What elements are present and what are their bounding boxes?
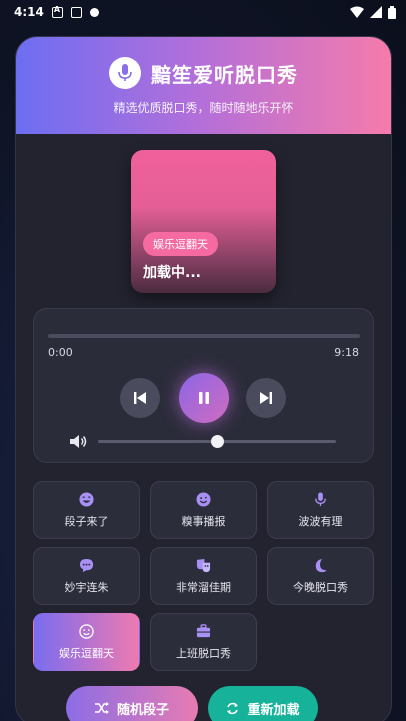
smile-icon	[79, 623, 94, 639]
moon-icon	[315, 558, 327, 572]
pause-icon	[199, 392, 209, 404]
microphone-icon	[109, 57, 141, 89]
app-header: 黯笙爱听脱口秀 精选优质脱口秀，随时随地乐开怀	[16, 37, 391, 134]
chat-bubble-icon	[79, 558, 94, 572]
category-miaoyu[interactable]: 妙宇连朱	[33, 547, 140, 605]
laugh-icon	[79, 491, 94, 507]
app-subtitle: 精选优质脱口秀，随时随地乐开怀	[113, 101, 294, 115]
current-time: 0:00	[48, 346, 73, 359]
category-label: 娱乐逗翻天	[59, 646, 114, 660]
notification-square-icon	[70, 6, 82, 18]
briefcase-icon	[196, 623, 211, 637]
category-feichang[interactable]: 非常溜佳期	[150, 547, 257, 605]
category-shangban[interactable]: 上班脱口秀	[150, 613, 257, 671]
grin-icon	[196, 491, 211, 507]
theater-masks-icon	[196, 558, 211, 572]
track-title: 加载中...	[143, 265, 201, 281]
category-label: 今晚脱口秀	[293, 580, 348, 594]
category-label: 妙宇连朱	[64, 580, 109, 594]
battery-icon	[388, 5, 396, 19]
volume-icon[interactable]	[69, 434, 88, 449]
reload-label: 重新加载	[247, 702, 300, 718]
next-button[interactable]	[246, 378, 286, 418]
category-duanzi[interactable]: 段子来了	[33, 481, 140, 539]
duration: 9:18	[334, 346, 359, 359]
notification-a-icon	[51, 5, 63, 18]
shuffle-icon	[94, 702, 109, 714]
category-grid: 段子来了 糗事播报 波波有理 妙宇连朱 非常溜佳期 今晚脱口秀 娱乐逗翻天 上班…	[33, 481, 374, 671]
status-time: 4:14	[14, 5, 44, 19]
signal-icon	[370, 6, 382, 18]
previous-button[interactable]	[120, 378, 160, 418]
progress-bar[interactable]	[48, 334, 360, 338]
wifi-icon	[350, 6, 364, 18]
category-yule-active[interactable]: 娱乐逗翻天	[33, 613, 140, 671]
volume-slider-thumb[interactable]	[210, 435, 224, 448]
category-label: 波波有理	[298, 514, 343, 528]
reload-button[interactable]: 重新加载	[208, 686, 318, 721]
status-bar: 4:14	[0, 0, 406, 24]
player-card: 黯笙爱听脱口秀 精选优质脱口秀，随时随地乐开怀 娱乐逗翻天 加载中... 0:0…	[15, 36, 392, 721]
category-qiushi[interactable]: 糗事播报	[150, 481, 257, 539]
category-tag: 娱乐逗翻天	[143, 232, 218, 256]
microphone-icon	[315, 491, 326, 506]
category-label: 糗事播报	[181, 514, 226, 528]
refresh-icon	[227, 702, 239, 714]
play-pause-button[interactable]	[179, 373, 229, 423]
skip-previous-icon	[134, 392, 146, 404]
category-jinwan[interactable]: 今晚脱口秀	[267, 547, 374, 605]
category-bobo[interactable]: 波波有理	[267, 481, 374, 539]
category-label: 非常溜佳期	[176, 580, 231, 594]
random-joke-button[interactable]: 随机段子	[66, 686, 198, 721]
category-label: 上班脱口秀	[176, 646, 231, 660]
app-title: 黯笙爱听脱口秀	[151, 62, 298, 87]
album-cover: 娱乐逗翻天 加载中...	[131, 150, 276, 293]
random-joke-label: 随机段子	[116, 702, 169, 718]
player-panel: 0:00 9:18	[33, 308, 374, 463]
notification-dot-icon	[89, 7, 99, 17]
category-label: 段子来了	[64, 514, 109, 528]
skip-next-icon	[260, 392, 272, 404]
